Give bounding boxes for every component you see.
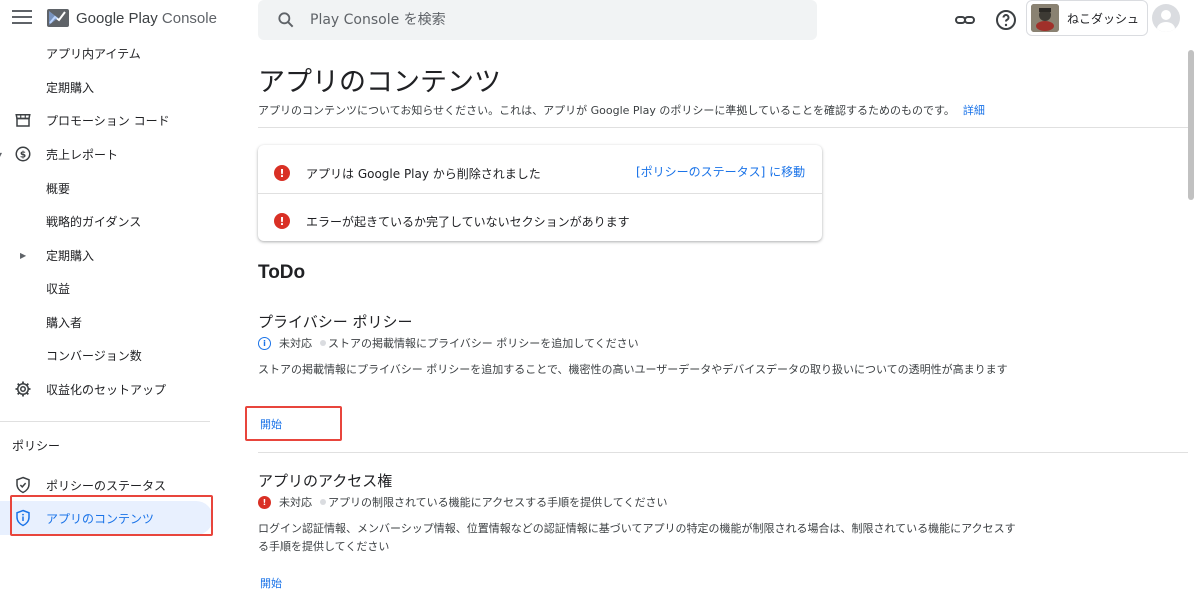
separator-dot [320,499,326,505]
start-app-access-button[interactable]: 開始 [260,575,282,591]
sidebar-item-label: 収益 [46,281,71,296]
sidebar-item-label: アプリ内アイテム [46,46,141,61]
status-detail: アプリの制限されている機能にアクセスする手順を提供してください [328,496,668,509]
sidebar-item-label: 概要 [46,181,71,196]
title-divider [258,127,1188,128]
sidebar-item-promo-codes[interactable]: プロモーション コード [0,103,213,137]
status-detail: ストアの掲載情報にプライバシー ポリシーを追加してください [328,337,639,350]
play-console-logo-icon [47,9,69,27]
highlight-box [10,495,213,536]
sidebar-item-overview[interactable]: 概要 [0,171,213,205]
alert-card: ! アプリは Google Play から削除されました [ポリシーのステータス… [258,145,822,241]
scrollbar[interactable] [1188,50,1194,200]
alert-incomplete-sections: ! エラーが起きているか完了していないセクションがあります [274,211,630,231]
sidebar-item-buyers[interactable]: 購入者 [0,305,213,339]
sidebar-item-revenue[interactable]: 収益 [0,271,213,305]
alert-divider [258,193,822,194]
alert-text: エラーが起きているか完了していないセクションがあります [306,214,630,229]
error-icon: ! [274,213,290,229]
sidebar-item-label: 定期購入 [46,248,95,263]
sidebar-item-subscriptions-report[interactable]: ▶ 定期購入 [0,238,213,272]
sidebar-item-label: コンバージョン数 [46,348,142,363]
top-bar: Google Play Console ねこダッシュ [0,0,1200,40]
sidebar-item-label: 定期購入 [46,80,95,95]
sidebar-item-label: ポリシーのステータス [46,478,167,493]
section-status-app-access: ! 未対応 アプリの制限されている機能にアクセスする手順を提供してください [258,494,667,510]
help-icon[interactable] [994,8,1018,32]
section-title-privacy-policy: プライバシー ポリシー [258,313,413,331]
section-divider [258,452,1188,453]
sidebar-item-sales-reports[interactable]: ▾ $ 売上レポート [0,137,213,171]
status-text: 未対応 [279,337,312,350]
svg-text:$: $ [20,150,26,160]
highlight-box [245,406,342,441]
chevron-right-icon[interactable]: ▶ [20,251,26,260]
sidebar-item-strategic-guidance[interactable]: 戦略的ガイダンス [0,204,213,238]
page-description-text: アプリのコンテンツについてお知らせください。これは、アプリが Google Pl… [258,104,955,117]
sidebar-item-in-app-products[interactable]: アプリ内アイテム [0,36,213,70]
section-status-privacy-policy: i 未対応 ストアの掲載情報にプライバシー ポリシーを追加してください [258,335,639,351]
search-input[interactable] [310,12,790,28]
search-icon [278,12,294,28]
sidebar-item-conversions[interactable]: コンバージョン数 [0,338,213,372]
page-description: アプリのコンテンツについてお知らせください。これは、アプリが Google Pl… [258,102,985,118]
separator-dot [320,340,326,346]
sidebar-item-label: 戦略的ガイダンス [46,214,142,229]
user-avatar[interactable] [1152,4,1180,32]
link-icon[interactable] [953,8,977,32]
main-content: アプリのコンテンツ アプリのコンテンツについてお知らせください。これは、アプリが… [258,40,1188,609]
alert-text: アプリは Google Play から削除されました [306,166,541,181]
account-avatar [1031,4,1059,32]
section-title-app-access: アプリのアクセス権 [258,472,393,490]
sidebar-item-label: 売上レポート [46,147,119,162]
chevron-down-icon: ▾ [0,149,3,159]
section-body-privacy-policy: ストアの掲載情報にプライバシー ポリシーを追加することで、機密性の高いユーザーデ… [258,363,1008,376]
gear-icon [15,381,31,397]
account-switcher[interactable]: ねこダッシュ [1026,0,1148,36]
sidebar-divider [0,421,210,422]
error-icon: ! [258,495,271,509]
store-icon [15,114,31,127]
section-body-app-access: ログイン認証情報、メンバーシップ情報、位置情報などの認証情報に基づいてアプリの特… [258,522,1016,553]
alert-app-removed: ! アプリは Google Play から削除されました [274,163,541,183]
sidebar-item-label: 収益化のセットアップ [46,382,167,397]
learn-more-link[interactable]: 詳細 [963,104,985,117]
sidebar-item-label: プロモーション コード [46,113,170,128]
sidebar-item-subscriptions[interactable]: 定期購入 [0,70,213,104]
account-name: ねこダッシュ [1067,11,1140,26]
search-bar[interactable] [258,0,817,40]
info-icon: i [258,336,271,350]
dollar-icon: $ [15,146,31,162]
shield-check-icon [16,476,30,494]
sidebar-item-monetization-setup[interactable]: 収益化のセットアップ [0,372,213,406]
logo-brand: Google Play [76,9,158,27]
todo-heading: ToDo [258,262,306,283]
page-title: アプリのコンテンツ [258,67,501,98]
logo-product: Console [161,9,217,27]
sidebar-section-policy: ポリシー [12,439,61,453]
sidebar-item-label: 購入者 [46,315,83,330]
status-text: 未対応 [279,496,312,509]
error-icon: ! [274,165,290,181]
play-console-logo[interactable]: Google Play Console [46,6,217,30]
go-to-policy-status-link[interactable]: [ポリシーのステータス] に移動 [636,163,805,180]
menu-icon[interactable] [12,10,32,28]
